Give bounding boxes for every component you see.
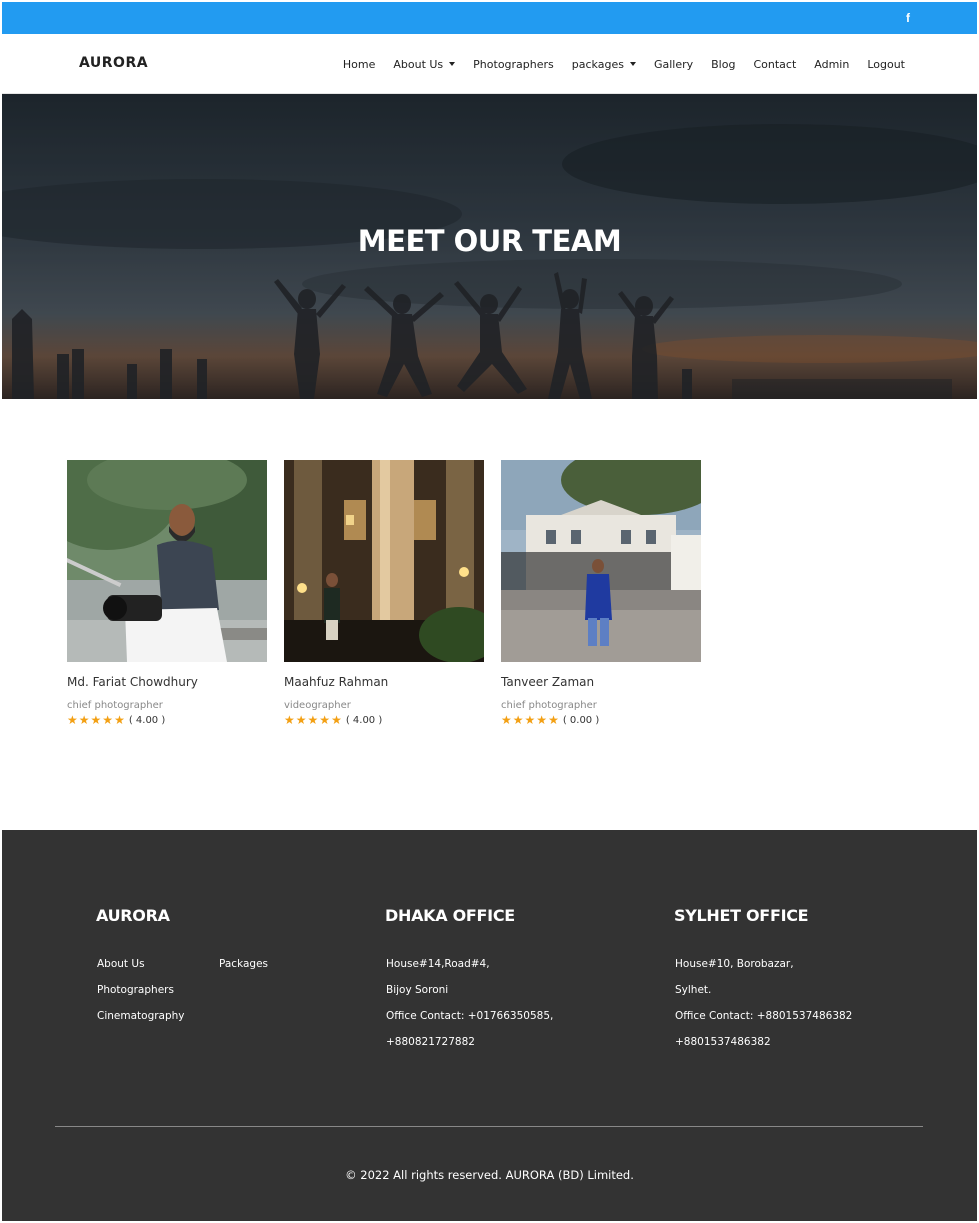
footer: AURORA About Us Photographers Cinematogr… bbox=[2, 830, 977, 1221]
footer-brand: AURORA bbox=[96, 906, 170, 925]
nav-item-label: Blog bbox=[711, 57, 736, 71]
star-icon: ★ bbox=[90, 713, 102, 727]
footer-link-photographers[interactable]: Photographers bbox=[97, 984, 174, 996]
hero-title: MEET OUR TEAM bbox=[357, 224, 622, 258]
team-card: Tanveer Zaman chief photographer ★ ★ ★ ★ ★ (… bbox=[501, 460, 701, 726]
member-rating: ★ ★ ★ ★ ★ ( 0.00 ) bbox=[501, 714, 701, 726]
caret-down-icon bbox=[629, 62, 636, 66]
nav-item-photographers[interactable]: Photographers bbox=[473, 58, 554, 71]
nav-item-gallery[interactable]: Gallery bbox=[654, 58, 693, 71]
member-name[interactable]: Maahfuz Rahman bbox=[284, 675, 484, 689]
nav-item-label: packages bbox=[571, 57, 624, 71]
dhaka-phone: +880821727882 bbox=[386, 1036, 475, 1048]
sylhet-address-line: House#10, Borobazar, bbox=[675, 958, 794, 970]
dhaka-office-title: DHAKA OFFICE bbox=[385, 906, 515, 925]
nav-item-label: Admin bbox=[814, 57, 850, 71]
dhaka-address-line: House#14,Road#4, bbox=[386, 958, 490, 970]
sylhet-phone: +8801537486382 bbox=[675, 1036, 771, 1048]
member-name[interactable]: Tanveer Zaman bbox=[501, 675, 701, 689]
star-icon: ★ bbox=[78, 713, 90, 727]
member-photo[interactable] bbox=[501, 460, 701, 662]
star-icon: ★ bbox=[501, 713, 512, 727]
member-role: videographer bbox=[284, 700, 351, 711]
nav-item-label: Gallery bbox=[653, 57, 694, 71]
star-icon: ★ bbox=[67, 713, 78, 727]
star-icon: ★ bbox=[102, 713, 114, 727]
footer-brand-column: AURORA About Us Photographers Cinematogr… bbox=[96, 906, 268, 1022]
top-bar: f bbox=[2, 2, 977, 34]
facebook-icon[interactable]: f bbox=[901, 11, 915, 25]
nav-item-admin[interactable]: Admin bbox=[814, 58, 849, 71]
hero-banner: MEET OUR TEAM bbox=[2, 94, 977, 399]
team-grid: Md. Fariat Chowdhury chief photographer … bbox=[67, 460, 718, 726]
team-card: Md. Fariat Chowdhury chief photographer … bbox=[67, 460, 267, 726]
dhaka-contact: Office Contact: +01766350585, bbox=[386, 1010, 554, 1022]
member-photo[interactable] bbox=[67, 460, 267, 662]
star-icon: ★ bbox=[319, 713, 331, 727]
star-icon: ★ bbox=[284, 713, 295, 727]
star-icon: ★ bbox=[524, 713, 536, 727]
sylhet-address-line: Sylhet. bbox=[675, 984, 712, 996]
nav-menu: Home About Us Photographers packages Gal… bbox=[325, 34, 905, 94]
nav-item-label: Logout bbox=[867, 57, 905, 71]
footer-link-cinematography[interactable]: Cinematography bbox=[97, 1010, 185, 1022]
nav-item-home[interactable]: Home bbox=[343, 58, 375, 71]
nav-item-blog[interactable]: Blog bbox=[711, 58, 735, 71]
rating-value: ( 4.00 ) bbox=[128, 714, 166, 726]
member-photo[interactable] bbox=[284, 460, 484, 662]
brand-logo[interactable]: AURORA bbox=[79, 55, 148, 71]
star-icon: ★ bbox=[512, 713, 524, 727]
star-icon: ★ bbox=[536, 713, 548, 727]
footer-divider bbox=[55, 1126, 923, 1127]
caret-down-icon bbox=[449, 62, 456, 66]
rating-value: ( 0.00 ) bbox=[562, 714, 600, 726]
member-role: chief photographer bbox=[501, 700, 597, 711]
team-card: Maahfuz Rahman videographer ★ ★ ★ ★ ★ ( 4.00… bbox=[284, 460, 484, 726]
footer-dhaka-office: DHAKA OFFICE House#14,Road#4, Bijoy Soro… bbox=[385, 906, 553, 1048]
nav-item-contact[interactable]: Contact bbox=[753, 58, 796, 71]
member-rating: ★ ★ ★ ★ ★ ( 4.00 ) bbox=[284, 714, 484, 726]
navbar: AURORA Home About Us Photographers packa… bbox=[2, 34, 977, 94]
star-icon: ★ bbox=[307, 713, 319, 727]
footer-link-about-us[interactable]: About Us bbox=[97, 958, 145, 970]
page: f AURORA Home About Us Photographers pac… bbox=[2, 2, 977, 1221]
copyright-text: © 2022 All rights reserved. AURORA (BD) … bbox=[345, 1168, 634, 1182]
member-name[interactable]: Md. Fariat Chowdhury bbox=[67, 675, 267, 689]
footer-sylhet-office: SYLHET OFFICE House#10, Borobazar, Sylhe… bbox=[674, 906, 852, 1048]
nav-item-label: Home bbox=[342, 57, 376, 71]
member-rating: ★ ★ ★ ★ ★ ( 4.00 ) bbox=[67, 714, 267, 726]
star-icon: ★ bbox=[331, 713, 342, 727]
nav-item-logout[interactable]: Logout bbox=[867, 58, 905, 71]
star-icon: ★ bbox=[548, 713, 559, 727]
nav-item-label: Contact bbox=[753, 57, 797, 71]
nav-item-about-us[interactable]: About Us bbox=[393, 57, 456, 71]
footer-link-packages[interactable]: Packages bbox=[219, 958, 268, 970]
rating-value: ( 4.00 ) bbox=[345, 714, 383, 726]
nav-item-label: About Us bbox=[393, 57, 444, 71]
nav-item-label: Photographers bbox=[473, 57, 554, 71]
sylhet-contact: Office Contact: +8801537486382 bbox=[675, 1010, 853, 1022]
nav-item-packages[interactable]: packages bbox=[572, 58, 636, 71]
member-role: chief photographer bbox=[67, 700, 163, 711]
dhaka-address-line: Bijoy Soroni bbox=[386, 984, 449, 996]
star-icon: ★ bbox=[295, 713, 307, 727]
star-icon: ★ bbox=[114, 713, 125, 727]
sylhet-office-title: SYLHET OFFICE bbox=[674, 906, 809, 925]
